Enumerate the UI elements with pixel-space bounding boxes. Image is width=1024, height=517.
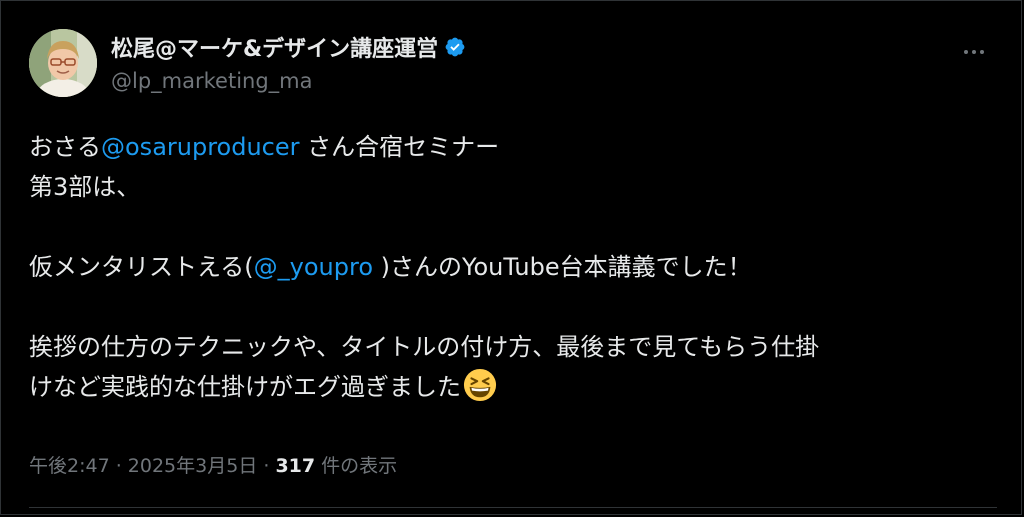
views-count[interactable]: 317	[275, 455, 315, 477]
user-handle[interactable]: @lp_marketing_ma	[111, 69, 466, 93]
tweet-time-link[interactable]: 午後2:47	[29, 455, 110, 477]
tweet-meta: 午後2:47 · 2025年3月5日 · 317 件の表示	[29, 451, 397, 478]
tweet-line-3: 仮メンタリストえる(@_youpro )さんのYouTube台本講義でした！	[29, 247, 997, 287]
text-segment: おさる	[29, 133, 101, 161]
more-dot-icon	[964, 50, 968, 54]
tweet-header: 松尾@マーケ&デザイン講座運営 @lp_marketing_ma	[29, 29, 997, 99]
separator: ·	[257, 455, 276, 477]
more-dot-icon	[980, 50, 984, 54]
verified-badge-icon[interactable]	[444, 36, 466, 58]
user-info: 松尾@マーケ&デザイン講座運営 @lp_marketing_ma	[111, 31, 466, 93]
tweet-line-4: 挨拶の仕方のテクニックや、タイトルの付け方、最後まで見てもらう仕掛	[29, 333, 820, 361]
name-row: 松尾@マーケ&デザイン講座運営	[111, 31, 466, 63]
divider	[29, 507, 997, 508]
more-dot-icon	[972, 50, 976, 54]
text-segment: さん合宿セミナー	[299, 133, 500, 161]
tweet-line-2: 第3部は、	[29, 173, 141, 201]
tweet-date-link[interactable]: 2025年3月5日	[128, 455, 258, 477]
line-break	[29, 287, 997, 327]
display-name[interactable]: 松尾@マーケ&デザイン講座運営	[111, 31, 438, 63]
tweet-line-5: けなど実践的な仕掛けがエグ過ぎました	[29, 367, 997, 407]
tweet-text: おさる@osaruproducer さん合宿セミナー 第3部は、 仮メンタリスト…	[29, 127, 997, 407]
mention-link-youpro[interactable]: @_youpro	[254, 253, 373, 281]
user-avatar-icon	[29, 29, 97, 97]
avatar[interactable]	[29, 29, 97, 97]
grinning-squinting-face-emoji-icon	[463, 368, 497, 402]
mention-link-osaruproducer[interactable]: @osaruproducer	[101, 133, 300, 161]
text-segment: けなど実践的な仕掛けがエグ過ぎました	[29, 373, 461, 401]
views-label: 件の表示	[315, 455, 398, 477]
text-segment: )さんのYouTube台本講義でした！	[373, 253, 752, 281]
tweet-line-1: おさる@osaruproducer さん合宿セミナー	[29, 127, 997, 167]
line-break	[29, 207, 997, 247]
more-options-button[interactable]	[959, 37, 989, 67]
separator: ·	[109, 455, 128, 477]
tweet-card: 松尾@マーケ&デザイン講座運営 @lp_marketing_ma おさる@osa…	[0, 0, 1022, 515]
text-segment: 仮メンタリストえる(	[29, 253, 254, 281]
